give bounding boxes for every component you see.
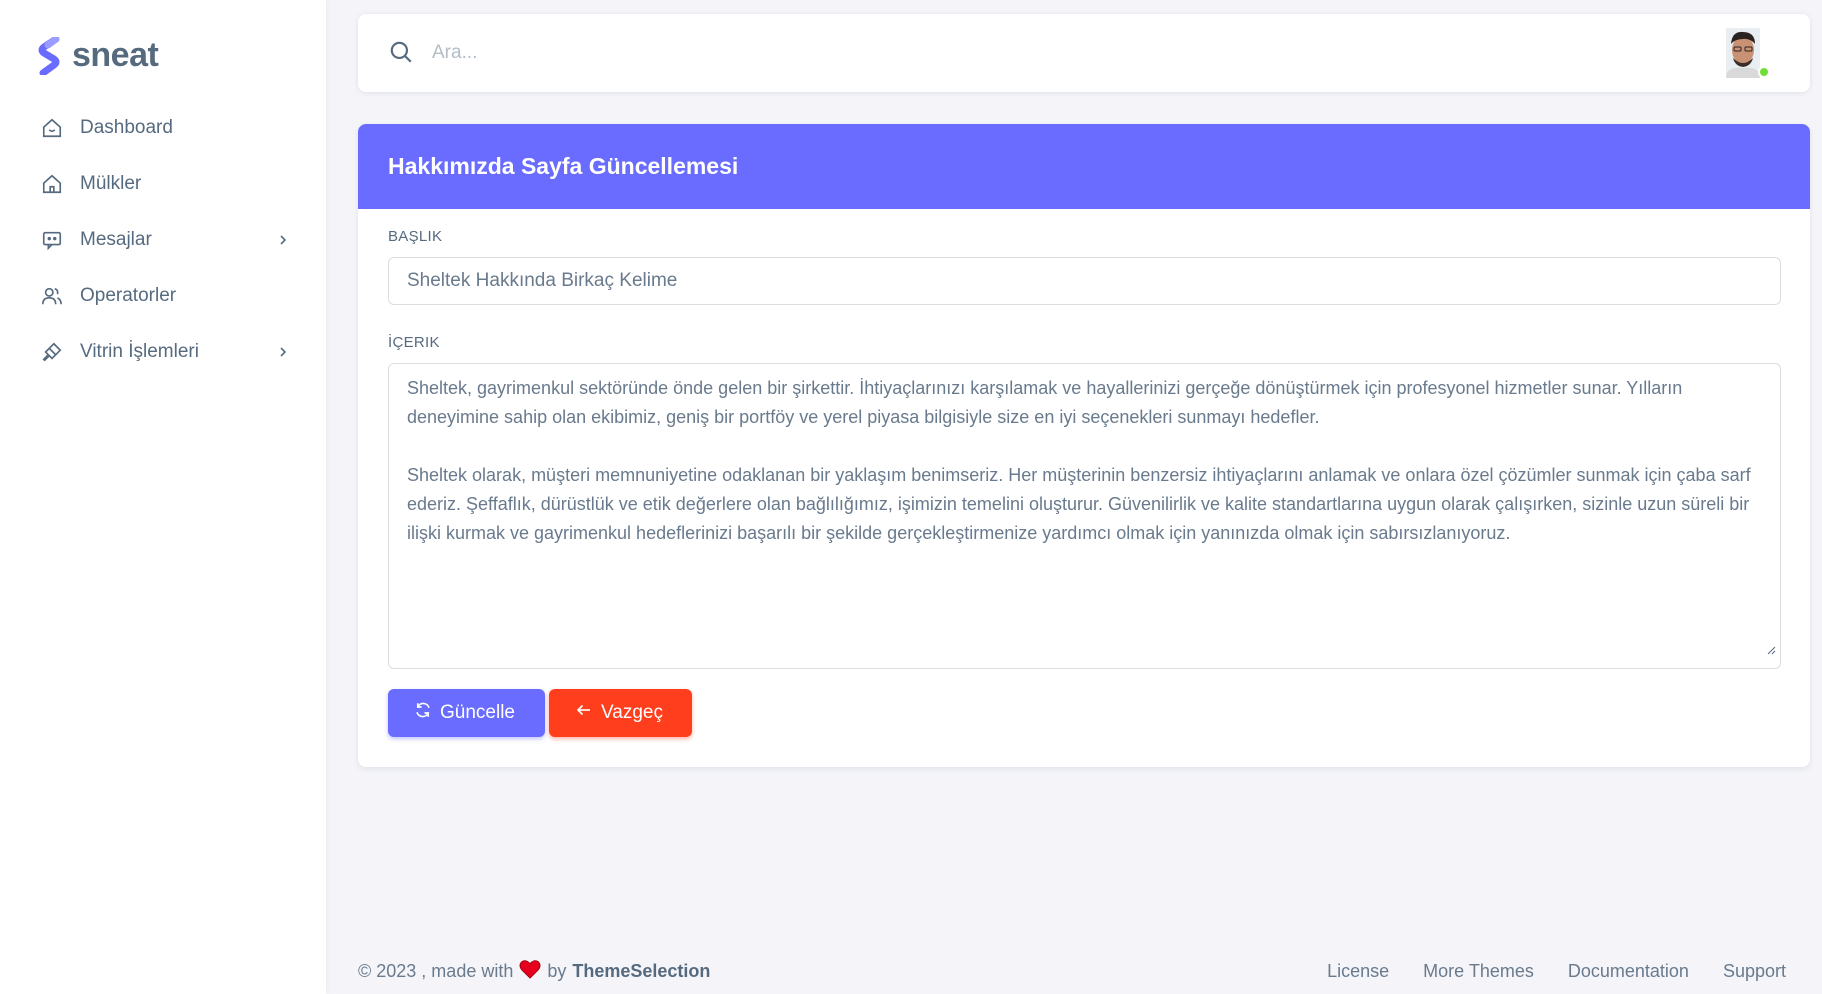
sneat-logo-icon <box>38 36 62 75</box>
heart-icon <box>519 959 541 984</box>
footer-link-license[interactable]: License <box>1327 961 1389 982</box>
footer: © 2023 , made with by ThemeSelection Lic… <box>358 958 1786 984</box>
sidebar-item-mesajlar[interactable]: Mesajlar <box>0 212 326 268</box>
chat-icon <box>40 228 64 252</box>
by-text: by <box>547 960 567 981</box>
chevron-right-icon <box>274 231 292 249</box>
update-button[interactable]: Güncelle <box>388 689 545 737</box>
chevron-right-icon <box>274 343 292 361</box>
sidebar-item-vitrin-islemleri[interactable]: Vitrin İşlemleri <box>0 324 326 380</box>
footer-link-documentation[interactable]: Documentation <box>1568 961 1689 982</box>
home-icon <box>40 172 64 196</box>
refresh-icon <box>414 701 432 725</box>
card-header: Hakkımızda Sayfa Güncellemesi <box>358 124 1810 209</box>
footer-company-link[interactable]: ThemeSelection <box>572 961 710 982</box>
resize-handle-icon[interactable] <box>1766 635 1776 664</box>
online-status-dot <box>1758 66 1770 78</box>
sidebar-menu: Dashboard Mülkler Mesajlar Operatorler V… <box>0 100 326 380</box>
sidebar-item-label: Operatorler <box>80 285 177 306</box>
footer-credit: © 2023 , made with by ThemeSelection <box>358 959 710 984</box>
sidebar-item-label: Dashboard <box>80 117 173 138</box>
sidebar-item-operatorler[interactable]: Operatorler <box>0 268 326 324</box>
update-button-label: Güncelle <box>440 702 515 723</box>
cancel-button[interactable]: Vazgeç <box>549 689 692 737</box>
title-field-label: BAŞLIK <box>388 228 443 245</box>
search-input[interactable] <box>432 34 1032 72</box>
brand-name: sneat <box>72 36 159 74</box>
sidebar-item-mulkler[interactable]: Mülkler <box>0 156 326 212</box>
content-paragraph: Sheltek olarak, müşteri memnuniyetine od… <box>407 465 1751 543</box>
users-icon <box>40 284 64 308</box>
title-input[interactable]: Sheltek Hakkında Birkaç Kelime <box>388 257 1781 305</box>
cancel-button-label: Vazgeç <box>601 702 663 723</box>
avatar[interactable] <box>1720 28 1770 78</box>
footer-link-more-themes[interactable]: More Themes <box>1423 961 1534 982</box>
arrow-left-icon <box>575 701 593 725</box>
copyright-text: © 2023 , made with <box>358 960 514 981</box>
sidebar-item-label: Mülkler <box>80 173 142 194</box>
home-smile-icon <box>40 116 64 140</box>
content-paragraph: Sheltek, gayrimenkul sektöründe önde gel… <box>407 378 1683 427</box>
content-textarea[interactable]: Sheltek, gayrimenkul sektöründe önde gel… <box>388 363 1781 669</box>
sidebar-item-label: Vitrin İşlemleri <box>80 341 199 362</box>
content-field-label: İÇERIK <box>388 334 440 351</box>
brand[interactable]: sneat <box>38 36 159 75</box>
footer-link-support[interactable]: Support <box>1723 961 1786 982</box>
top-navbar <box>358 14 1810 92</box>
sidebar-item-dashboard[interactable]: Dashboard <box>0 100 326 156</box>
footer-links: License More Themes Documentation Suppor… <box>1327 961 1786 982</box>
card-title: Hakkımızda Sayfa Güncellemesi <box>388 153 739 179</box>
sidebar: sneat Dashboard Mülkler Mesajlar Operato… <box>0 0 326 994</box>
about-update-card: Hakkımızda Sayfa Güncellemesi BAŞLIK She… <box>358 124 1810 767</box>
search-icon[interactable] <box>388 39 414 70</box>
brush-icon <box>40 340 64 364</box>
sidebar-item-label: Mesajlar <box>80 229 152 250</box>
